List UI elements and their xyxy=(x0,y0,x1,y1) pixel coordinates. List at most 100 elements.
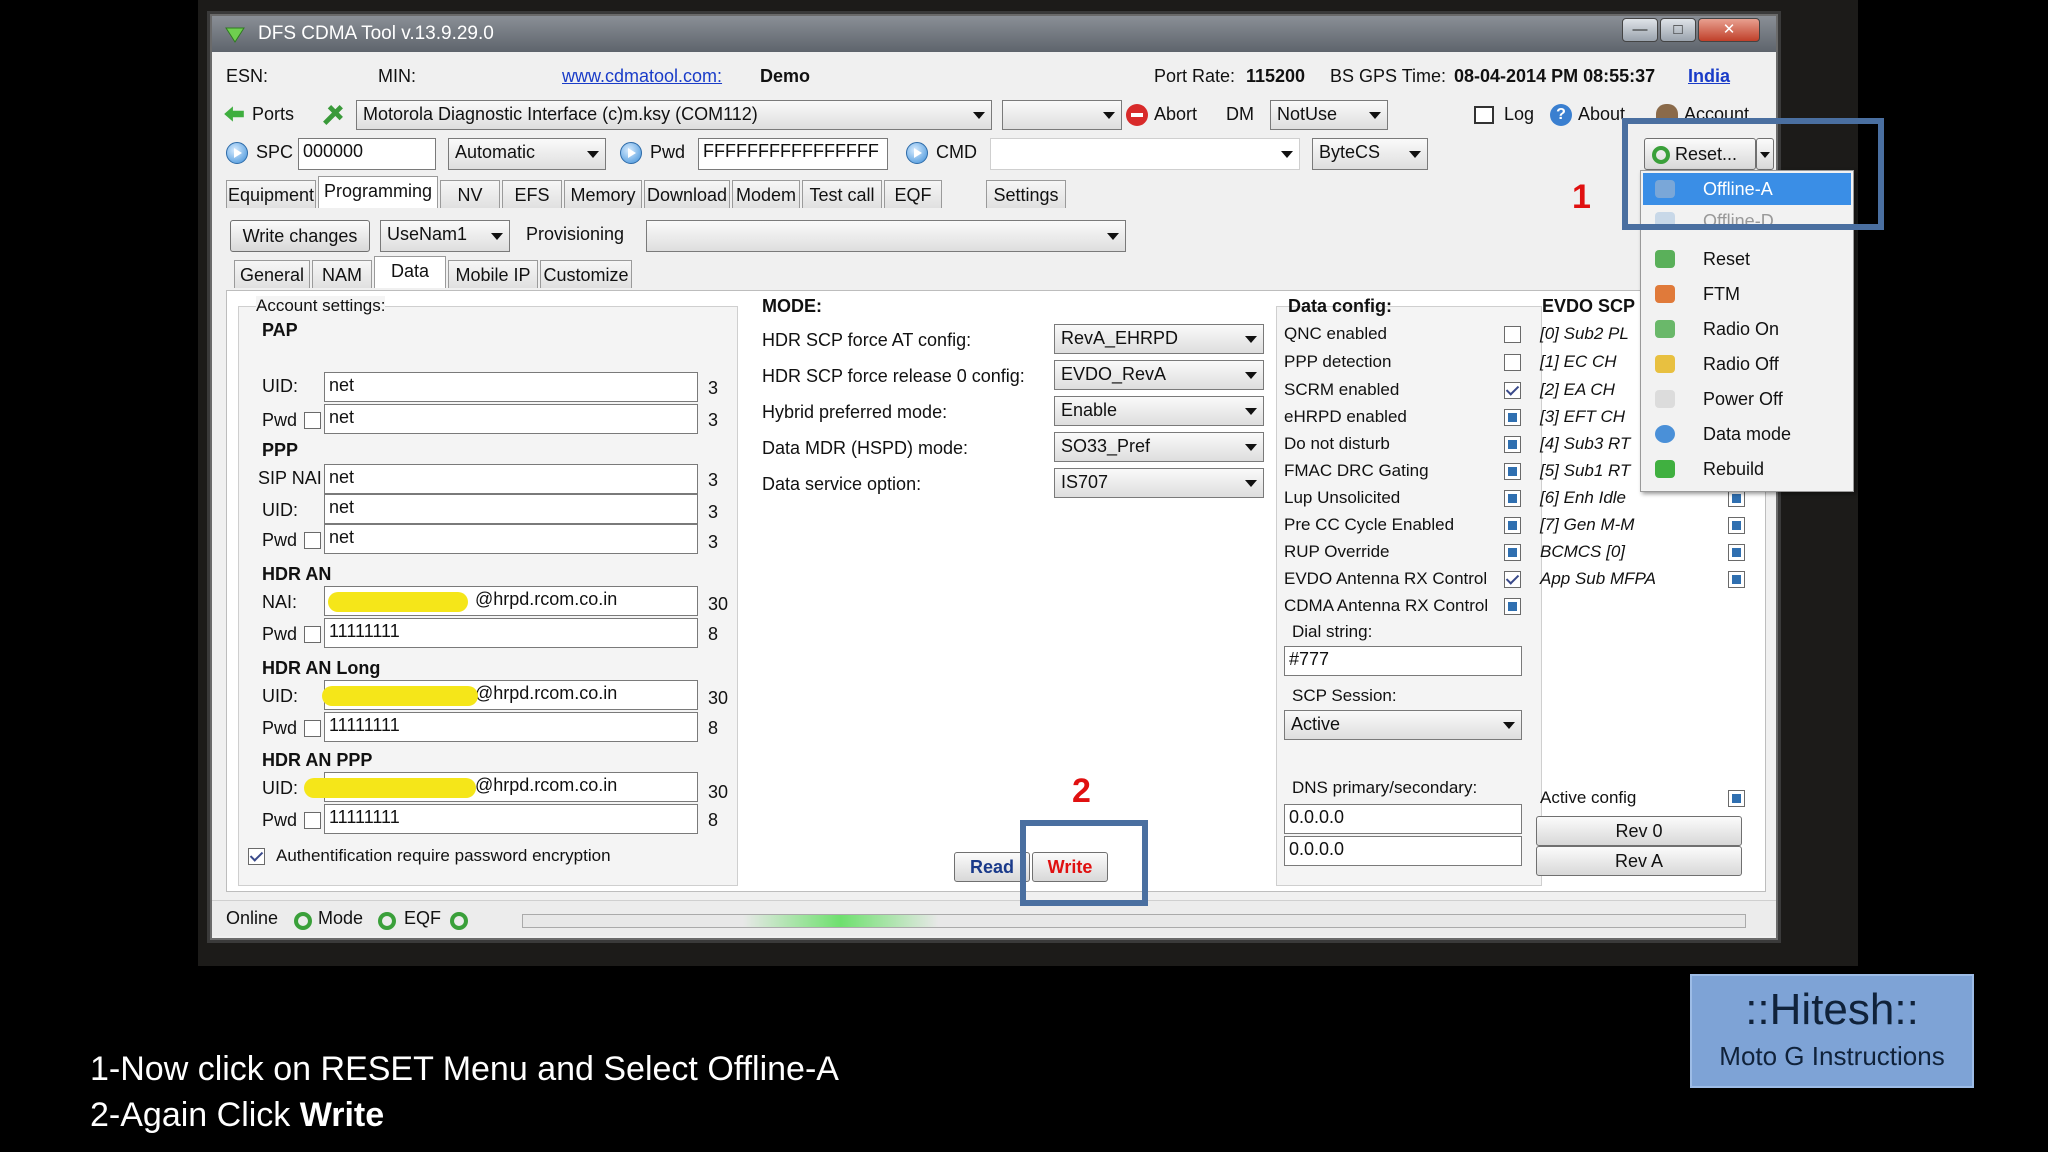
cdma-antenna-checkbox[interactable] xyxy=(1504,598,1521,615)
tab-mobile-ip[interactable]: Mobile IP xyxy=(448,260,538,288)
tab-data[interactable]: Data xyxy=(374,256,446,288)
evdo-scp-item: App Sub MFPA xyxy=(1540,569,1656,588)
hdr-scp-release0-select[interactable]: EVDO_RevA xyxy=(1054,360,1264,390)
data-service-select[interactable]: IS707 xyxy=(1054,468,1264,498)
hdr-an-long-uid-length: 30 xyxy=(708,688,729,708)
tab-efs[interactable]: EFS xyxy=(502,180,562,208)
do-not-disturb-label: Do not disturb xyxy=(1284,434,1390,453)
ppp-pwd-input[interactable]: net xyxy=(324,524,698,554)
hdr-an-ppp-pwd-checkbox[interactable] xyxy=(304,812,321,829)
minimize-button[interactable]: — xyxy=(1622,18,1658,42)
spc-input[interactable]: 000000 xyxy=(298,138,436,170)
pap-uid-input[interactable]: net xyxy=(324,372,698,402)
cmd-select[interactable] xyxy=(990,138,1300,170)
active-config-checkbox[interactable] xyxy=(1728,790,1745,807)
hdr-an-pwd-checkbox[interactable] xyxy=(304,626,321,643)
pap-pwd-checkbox[interactable] xyxy=(304,412,321,429)
do-not-disturb-checkbox[interactable] xyxy=(1504,436,1521,453)
menu-item-radio-off[interactable]: Radio Off xyxy=(1643,348,1851,380)
interface-option-select[interactable] xyxy=(1002,100,1122,130)
tab-nv[interactable]: NV xyxy=(440,180,500,208)
cmd-icon[interactable] xyxy=(906,142,928,164)
radio-off-icon xyxy=(1655,355,1675,373)
menu-item-data-mode[interactable]: Data mode xyxy=(1643,418,1851,450)
pre-cc-cycle-checkbox[interactable] xyxy=(1504,517,1521,534)
ppp-pwd-checkbox[interactable] xyxy=(304,532,321,549)
rev0-button[interactable]: Rev 0 xyxy=(1536,816,1742,846)
highlight-box-write-button xyxy=(1020,820,1148,906)
tab-general[interactable]: General xyxy=(234,260,310,288)
dns-primary-input[interactable]: 0.0.0.0 xyxy=(1284,804,1522,834)
encryption-checkbox[interactable] xyxy=(248,848,265,865)
evdo-scp-checkbox[interactable] xyxy=(1728,571,1745,588)
evdo-scp-checkbox[interactable] xyxy=(1728,490,1745,507)
mode-select[interactable]: Automatic xyxy=(448,138,606,170)
instruction-line-2: 2-Again Click Write xyxy=(90,1096,385,1134)
website-link[interactable]: www.cdmatool.com: xyxy=(562,66,722,87)
ppp-detection-checkbox[interactable] xyxy=(1504,354,1521,371)
tab-test-call[interactable]: Test call xyxy=(802,180,882,208)
ehrpd-enabled-checkbox[interactable] xyxy=(1504,409,1521,426)
hdr-an-long-pwd-checkbox[interactable] xyxy=(304,720,321,737)
close-button[interactable]: ✕ xyxy=(1698,18,1760,42)
window-title: DFS CDMA Tool v.13.9.29.0 xyxy=(258,23,494,44)
menu-item-reset[interactable]: Reset xyxy=(1643,243,1851,275)
hdr-an-ppp-pwd-input[interactable]: 11111111 xyxy=(324,804,698,834)
maximize-button[interactable]: □ xyxy=(1660,18,1696,42)
tab-modem[interactable]: Modem xyxy=(732,180,800,208)
tab-customize[interactable]: Customize xyxy=(540,260,632,288)
evdo-scp-checkbox[interactable] xyxy=(1728,544,1745,561)
abort-button[interactable]: Abort xyxy=(1154,104,1197,125)
pap-pwd-input[interactable]: net xyxy=(324,404,698,434)
nam-select[interactable]: UseNam1 xyxy=(380,220,510,252)
mode-status-icon xyxy=(378,912,396,930)
region-link[interactable]: India xyxy=(1688,66,1730,87)
evdo-scp-checkbox[interactable] xyxy=(1728,517,1745,534)
menu-item-ftm[interactable]: FTM xyxy=(1643,278,1851,310)
ports-button[interactable]: Ports xyxy=(252,104,294,125)
provisioning-select[interactable] xyxy=(646,220,1126,252)
evdo-antenna-checkbox[interactable] xyxy=(1504,571,1521,588)
dial-string-input[interactable]: #777 xyxy=(1284,646,1522,676)
lup-unsolicited-checkbox[interactable] xyxy=(1504,490,1521,507)
account-settings-title: Account settings: xyxy=(256,296,386,316)
qnc-enabled-checkbox[interactable] xyxy=(1504,326,1521,343)
tab-download[interactable]: Download xyxy=(644,180,730,208)
reva-button[interactable]: Rev A xyxy=(1536,846,1742,876)
hybrid-mode-select[interactable]: Enable xyxy=(1054,396,1264,426)
tab-equipment[interactable]: Equipment xyxy=(226,180,316,208)
about-button[interactable]: About xyxy=(1578,104,1625,125)
write-changes-button[interactable]: Write changes xyxy=(230,220,370,252)
ppp-pwd-label: Pwd xyxy=(262,530,298,550)
tab-eqf[interactable]: EQF xyxy=(884,180,942,208)
scp-session-select[interactable]: Active xyxy=(1284,710,1522,740)
scp-session-label: SCP Session: xyxy=(1292,686,1397,705)
interface-select[interactable]: Motorola Diagnostic Interface (c)m.ksy (… xyxy=(356,100,992,130)
tab-nam[interactable]: NAM xyxy=(312,260,372,288)
fmac-drc-checkbox[interactable] xyxy=(1504,463,1521,480)
log-button[interactable]: Log xyxy=(1504,104,1534,125)
bytecs-select[interactable]: ByteCS xyxy=(1312,138,1428,170)
spc-icon[interactable] xyxy=(226,142,248,164)
ppp-uid-input[interactable]: net xyxy=(324,494,698,524)
tab-programming[interactable]: Programming xyxy=(318,176,438,208)
ppp-sip-nai-input[interactable]: net xyxy=(324,464,698,494)
tab-settings[interactable]: Settings xyxy=(986,180,1066,208)
menu-item-rebuild[interactable]: Rebuild xyxy=(1643,453,1851,485)
dns-secondary-input[interactable]: 0.0.0.0 xyxy=(1284,836,1522,866)
pwd-input[interactable]: FFFFFFFFFFFFFFFF xyxy=(698,138,888,170)
scrm-enabled-checkbox[interactable] xyxy=(1504,382,1521,399)
menu-item-power-off[interactable]: Power Off xyxy=(1643,383,1851,415)
rup-override-checkbox[interactable] xyxy=(1504,544,1521,561)
hdr-an-long-pwd-input[interactable]: 11111111 xyxy=(324,712,698,742)
menu-item-radio-on[interactable]: Radio On xyxy=(1643,313,1851,345)
hdr-scp-force-at-select[interactable]: RevA_EHRPD xyxy=(1054,324,1264,354)
hdr-an-pwd-input[interactable]: 11111111 xyxy=(324,618,698,648)
dm-select[interactable]: NotUse xyxy=(1270,100,1388,130)
pwd-icon[interactable] xyxy=(620,142,642,164)
hdr-an-long-uid-label: UID: xyxy=(262,686,298,706)
tab-memory[interactable]: Memory xyxy=(564,180,642,208)
read-button[interactable]: Read xyxy=(954,852,1030,882)
data-config-title: Data config: xyxy=(1288,296,1393,316)
data-mdr-select[interactable]: SO33_Pref xyxy=(1054,432,1264,462)
